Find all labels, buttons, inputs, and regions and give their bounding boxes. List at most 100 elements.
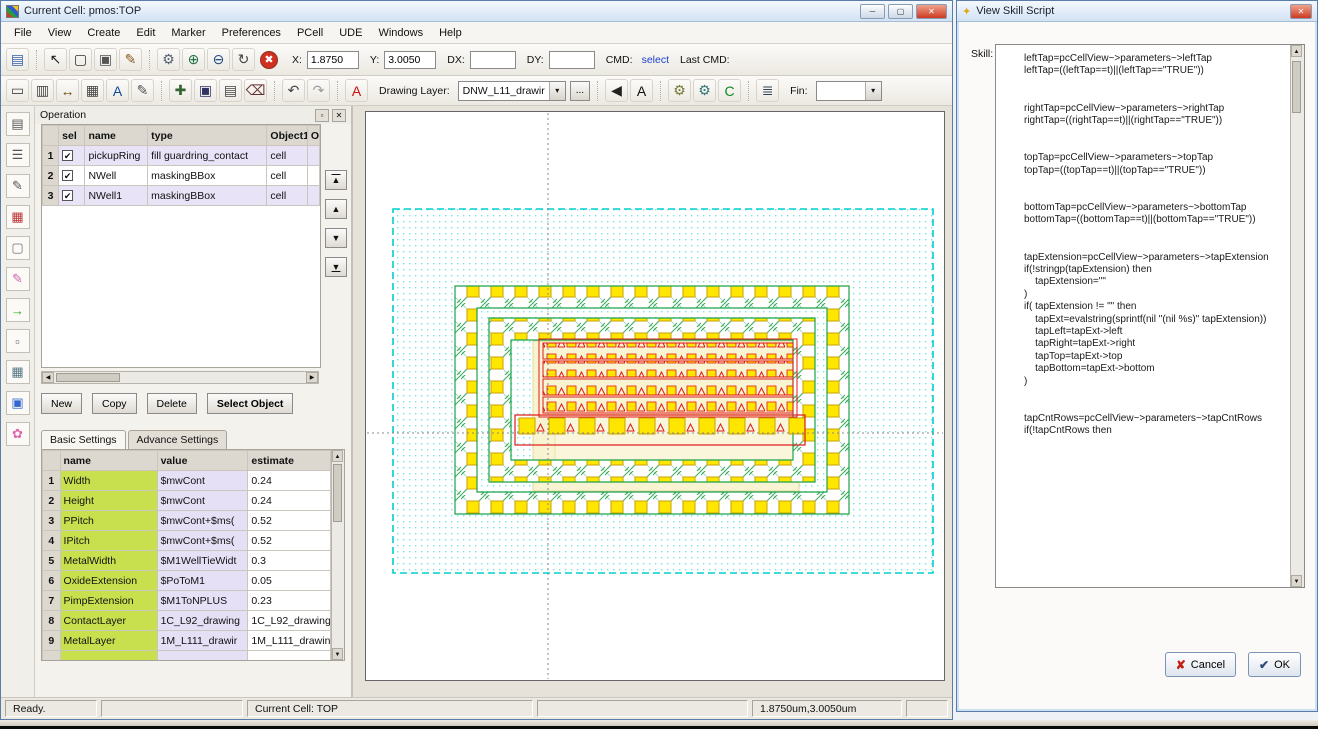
menu-windows[interactable]: Windows bbox=[370, 24, 431, 42]
maximize-button[interactable]: ▢ bbox=[888, 4, 913, 19]
palette-icon[interactable]: ✿ bbox=[6, 422, 30, 446]
y-input[interactable] bbox=[384, 51, 436, 69]
move-bottom-button[interactable]: ▼ bbox=[325, 257, 347, 277]
menu-marker[interactable]: Marker bbox=[163, 24, 213, 42]
param-value[interactable]: $mwCont bbox=[157, 471, 248, 491]
undo-icon[interactable]: ↶ bbox=[282, 79, 305, 102]
layers-icon[interactable]: ▦ bbox=[6, 205, 30, 229]
prev-view-icon[interactable]: ◀ bbox=[605, 79, 628, 102]
save-layout-icon[interactable]: ▥ bbox=[31, 79, 54, 102]
code-vscrollbar[interactable]: ▲ ▼ bbox=[1290, 45, 1304, 587]
fin-dropdown-icon[interactable]: ▾ bbox=[865, 82, 881, 100]
param-value[interactable]: $M1WellTieWidt bbox=[157, 551, 248, 571]
copy-icon[interactable]: ▦ bbox=[81, 79, 104, 102]
operation-hscrollbar[interactable]: ◀ ▶ bbox=[41, 371, 319, 384]
edit-cell-icon[interactable]: ✎ bbox=[6, 174, 30, 198]
move-down-button[interactable]: ▼ bbox=[325, 228, 347, 248]
ok-button[interactable]: ✔ OK bbox=[1248, 652, 1301, 677]
select-object-button[interactable]: Select Object bbox=[207, 393, 294, 414]
param-value[interactable]: $PoToM1 bbox=[157, 571, 248, 591]
fin-combo[interactable]: ▾ bbox=[816, 81, 882, 101]
box-icon[interactable]: ▢ bbox=[6, 236, 30, 260]
parameter-row[interactable]: 4IPitch$mwCont+$ms(0.52 bbox=[43, 531, 331, 551]
copy-button[interactable]: Copy bbox=[92, 393, 137, 414]
library-icon[interactable]: ▤ bbox=[6, 112, 30, 136]
dialog-close-button[interactable]: ✕ bbox=[1290, 4, 1312, 19]
marker-icon[interactable]: A bbox=[345, 79, 368, 102]
close-button[interactable]: ✕ bbox=[916, 4, 947, 19]
dy-input[interactable] bbox=[549, 51, 595, 69]
tab-basic-settings[interactable]: Basic Settings bbox=[41, 430, 126, 449]
menu-file[interactable]: File bbox=[6, 24, 40, 42]
row-checkbox[interactable]: ✔ bbox=[62, 190, 73, 201]
parameter-row[interactable]: 3PPitch$mwCont+$ms(0.52 bbox=[43, 511, 331, 531]
label-icon[interactable]: A bbox=[106, 79, 129, 102]
list-icon[interactable]: ☰ bbox=[6, 143, 30, 167]
operation-row[interactable]: 1✔pickupRingfill guardring_contactcell bbox=[43, 146, 320, 166]
display-icon[interactable]: ▣ bbox=[6, 391, 30, 415]
menu-create[interactable]: Create bbox=[79, 24, 128, 42]
close-panel-button[interactable]: ✕ bbox=[332, 109, 346, 122]
param-value[interactable]: $mwCont+$ms( bbox=[157, 511, 248, 531]
settings-vscrollbar[interactable]: ▲ ▼ bbox=[331, 450, 344, 660]
code-scroll-down-icon[interactable]: ▼ bbox=[1291, 575, 1302, 587]
float-panel-button[interactable]: ▫ bbox=[315, 109, 329, 122]
save-icon[interactable]: ▤ bbox=[6, 48, 29, 71]
menu-preferences[interactable]: Preferences bbox=[214, 24, 289, 42]
run-icon[interactable]: → bbox=[6, 298, 30, 322]
cancel-button[interactable]: ✘ Cancel bbox=[1165, 652, 1236, 677]
menu-edit[interactable]: Edit bbox=[128, 24, 163, 42]
cursor-icon[interactable]: ↖ bbox=[44, 48, 67, 71]
main-titlebar[interactable]: Current Cell: pmos:TOP ─ ▢ ✕ bbox=[1, 1, 952, 22]
parameter-row[interactable]: 9MetalLayer1M_L111_drawir1M_L111_drawin bbox=[43, 631, 331, 651]
edit-icon[interactable]: ✎ bbox=[119, 48, 142, 71]
stretch-icon[interactable]: ▣ bbox=[94, 48, 117, 71]
tools-icon[interactable]: ⚙ bbox=[693, 79, 716, 102]
param-value[interactable]: $mwCont+$ms( bbox=[157, 531, 248, 551]
skill-code-area[interactable]: leftTap=pcCellView~>parameters~>leftTap … bbox=[995, 44, 1305, 588]
redraw-icon[interactable]: ↻ bbox=[232, 48, 255, 71]
path-icon[interactable]: ✎ bbox=[131, 79, 154, 102]
draw-icon[interactable]: ✎ bbox=[6, 267, 30, 291]
parameter-row[interactable]: 7PimpExtension$M1ToNPLUS0.23 bbox=[43, 591, 331, 611]
zoom-out-icon[interactable]: ⊖ bbox=[207, 48, 230, 71]
scroll-down-icon[interactable]: ▼ bbox=[332, 648, 343, 660]
code-scroll-up-icon[interactable]: ▲ bbox=[1291, 45, 1302, 57]
menu-help[interactable]: Help bbox=[431, 24, 470, 42]
drawing-layer-dropdown-icon[interactable]: ▾ bbox=[549, 82, 565, 100]
abort-icon[interactable]: ✖ bbox=[260, 51, 278, 69]
row-checkbox[interactable]: ✔ bbox=[62, 150, 73, 161]
hscroll-thumb[interactable] bbox=[56, 373, 120, 382]
dx-input[interactable] bbox=[470, 51, 516, 69]
menu-pcell[interactable]: PCell bbox=[289, 24, 331, 42]
new-button[interactable]: New bbox=[41, 393, 82, 414]
operation-row[interactable]: 3✔NWell1maskingBBoxcell bbox=[43, 186, 320, 206]
scroll-left-icon[interactable]: ◀ bbox=[42, 372, 54, 383]
row-checkbox[interactable]: ✔ bbox=[62, 170, 73, 181]
layout-canvas[interactable] bbox=[365, 111, 945, 681]
parameter-row[interactable]: 8ContactLayer1C_L92_drawing1C_L92_drawin… bbox=[43, 611, 331, 631]
vscroll-thumb[interactable] bbox=[333, 464, 342, 522]
move-top-button[interactable]: ▲ bbox=[325, 170, 347, 190]
scroll-right-icon[interactable]: ▶ bbox=[306, 372, 318, 383]
param-value[interactable] bbox=[157, 651, 248, 662]
move-icon[interactable]: ✚ bbox=[169, 79, 192, 102]
instance-icon[interactable]: ⚙ bbox=[157, 48, 180, 71]
move-up-button[interactable]: ▲ bbox=[325, 199, 347, 219]
ruler-icon[interactable]: ↔ bbox=[56, 79, 79, 102]
parameter-row[interactable]: 1Width$mwCont0.24 bbox=[43, 471, 331, 491]
parameter-row[interactable]: 6OxideExtension$PoToM10.05 bbox=[43, 571, 331, 591]
drawing-layer-combo[interactable]: DNW_L11_drawir ▾ bbox=[458, 81, 566, 101]
check-icon[interactable]: C bbox=[718, 79, 741, 102]
options-icon[interactable]: ⚙ bbox=[668, 79, 691, 102]
report-icon[interactable]: ≣ bbox=[756, 79, 779, 102]
tab-advance-settings[interactable]: Advance Settings bbox=[128, 430, 228, 449]
zoom-in-icon[interactable]: ⊕ bbox=[182, 48, 205, 71]
open-layout-icon[interactable]: ▭ bbox=[6, 79, 29, 102]
x-input[interactable] bbox=[307, 51, 359, 69]
text-style-icon[interactable]: A bbox=[630, 79, 653, 102]
operation-row[interactable]: 2✔NWellmaskingBBoxcell bbox=[43, 166, 320, 186]
copy-shape-icon[interactable]: ▤ bbox=[219, 79, 242, 102]
grid-icon[interactable]: ▦ bbox=[6, 360, 30, 384]
param-value[interactable]: $mwCont bbox=[157, 491, 248, 511]
